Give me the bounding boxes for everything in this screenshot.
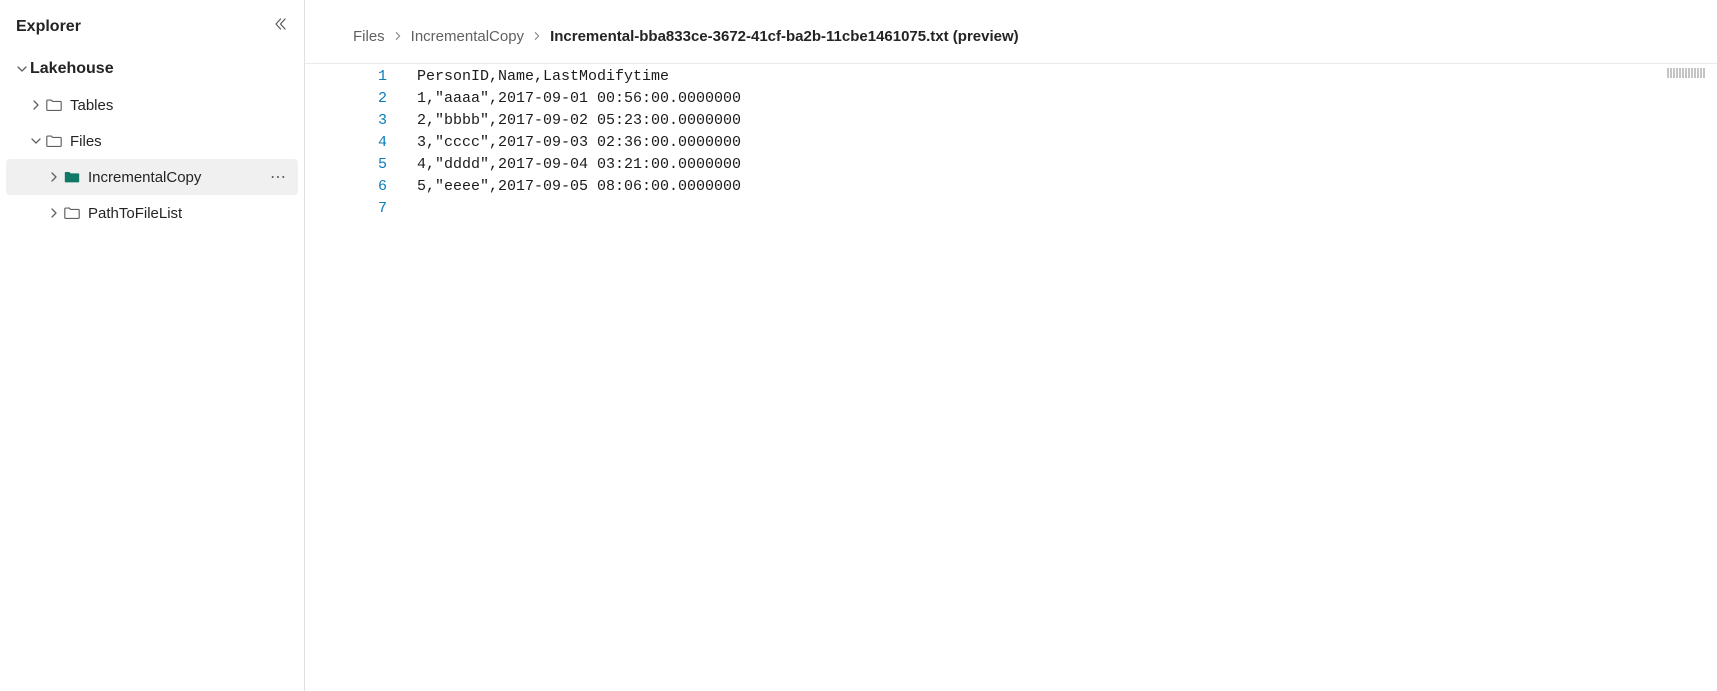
line-number: 7	[345, 198, 387, 220]
code-line: 2,"bbbb",2017-09-02 05:23:00.0000000	[417, 110, 741, 132]
tree-item-incrementalcopy[interactable]: IncrementalCopy ⋯	[6, 159, 298, 195]
explorer-sidebar: Explorer Lakehouse Tables	[0, 0, 305, 691]
tree-item-label: Tables	[70, 97, 290, 114]
chevron-right-icon[interactable]	[46, 207, 62, 219]
main-content: Files IncrementalCopy Incremental-bba833…	[305, 0, 1717, 691]
folder-icon	[44, 96, 64, 114]
line-number: 6	[345, 176, 387, 198]
code-line: 5,"eeee",2017-09-05 08:06:00.0000000	[417, 176, 741, 198]
line-number: 5	[345, 154, 387, 176]
sidebar-title: Explorer	[16, 18, 81, 36]
chevron-down-icon[interactable]	[28, 135, 44, 147]
tree-item-label: Files	[70, 133, 290, 150]
line-number: 2	[345, 88, 387, 110]
tree-root-lakehouse[interactable]: Lakehouse	[6, 51, 298, 87]
more-options-icon[interactable]: ⋯	[266, 167, 290, 187]
tree-item-files[interactable]: Files	[6, 123, 298, 159]
code-line: 4,"dddd",2017-09-04 03:21:00.0000000	[417, 154, 741, 176]
code-line: PersonID,Name,LastModifytime	[417, 66, 741, 88]
tree-root-label: Lakehouse	[30, 60, 290, 78]
explorer-tree: Lakehouse Tables Files	[0, 51, 304, 231]
code-line: 3,"cccc",2017-09-03 02:36:00.0000000	[417, 132, 741, 154]
folder-solid-icon	[62, 168, 82, 186]
breadcrumb-files[interactable]: Files	[353, 28, 385, 45]
file-preview-editor: 1234567 PersonID,Name,LastModifytime1,"a…	[305, 63, 1717, 691]
tree-item-tables[interactable]: Tables	[6, 87, 298, 123]
code-line	[417, 198, 741, 220]
chevron-right-icon	[393, 29, 403, 44]
tree-item-label: IncrementalCopy	[88, 169, 266, 186]
folder-icon	[44, 132, 64, 150]
breadcrumb-incrementalcopy[interactable]: IncrementalCopy	[411, 28, 524, 45]
tree-item-label: PathToFileList	[88, 205, 290, 222]
chevron-right-icon[interactable]	[28, 99, 44, 111]
file-content[interactable]: PersonID,Name,LastModifytime1,"aaaa",201…	[393, 66, 741, 220]
sidebar-header: Explorer	[0, 12, 304, 51]
chevron-right-icon	[532, 29, 542, 44]
collapse-sidebar-icon[interactable]	[272, 16, 288, 37]
line-number-gutter: 1234567	[305, 66, 393, 220]
line-number: 3	[345, 110, 387, 132]
breadcrumb-current-file: Incremental-bba833ce-3672-41cf-ba2b-11cb…	[550, 28, 1019, 45]
chevron-right-icon[interactable]	[46, 171, 62, 183]
tree-item-pathtofilelist[interactable]: PathToFileList	[6, 195, 298, 231]
chevron-down-icon[interactable]	[14, 63, 30, 75]
editor-minimap[interactable]	[1667, 68, 1705, 78]
breadcrumb: Files IncrementalCopy Incremental-bba833…	[305, 18, 1717, 63]
code-line: 1,"aaaa",2017-09-01 00:56:00.0000000	[417, 88, 741, 110]
line-number: 1	[345, 66, 387, 88]
line-number: 4	[345, 132, 387, 154]
folder-icon	[62, 204, 82, 222]
